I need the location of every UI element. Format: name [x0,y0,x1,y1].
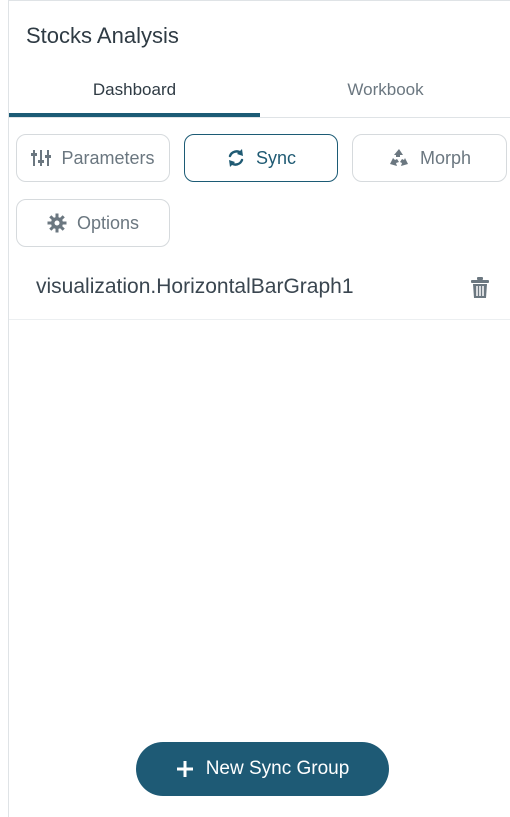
parameters-button[interactable]: Parameters [16,134,170,182]
recycle-icon [388,148,410,168]
sync-item-label: visualization.HorizontalBarGraph1 [36,275,354,298]
tab-dashboard[interactable]: Dashboard [9,71,260,117]
morph-button[interactable]: Morph [352,134,507,182]
sync-button[interactable]: Sync [184,134,338,182]
options-button[interactable]: Options [16,199,170,247]
morph-label: Morph [419,147,472,168]
panel-title: Stocks Analysis [26,23,179,48]
options-label: Options [76,212,140,233]
gear-icon [47,213,67,233]
sync-label: Sync [255,147,297,168]
sync-icon [226,148,246,168]
tab-workbook[interactable]: Workbook [260,71,510,117]
sliders-icon [31,149,52,167]
trash-icon[interactable] [471,277,489,304]
plus-icon [176,760,194,778]
sync-panel: Stocks Analysis Dashboard Workbook Param… [8,0,510,817]
new-sync-group-button[interactable]: New Sync Group [136,742,389,796]
parameters-label: Parameters [61,147,155,168]
tab-bar: Dashboard Workbook [9,71,510,118]
new-sync-group-label: New Sync Group [205,758,350,779]
list-item[interactable]: visualization.HorizontalBarGraph1 [9,259,510,320]
